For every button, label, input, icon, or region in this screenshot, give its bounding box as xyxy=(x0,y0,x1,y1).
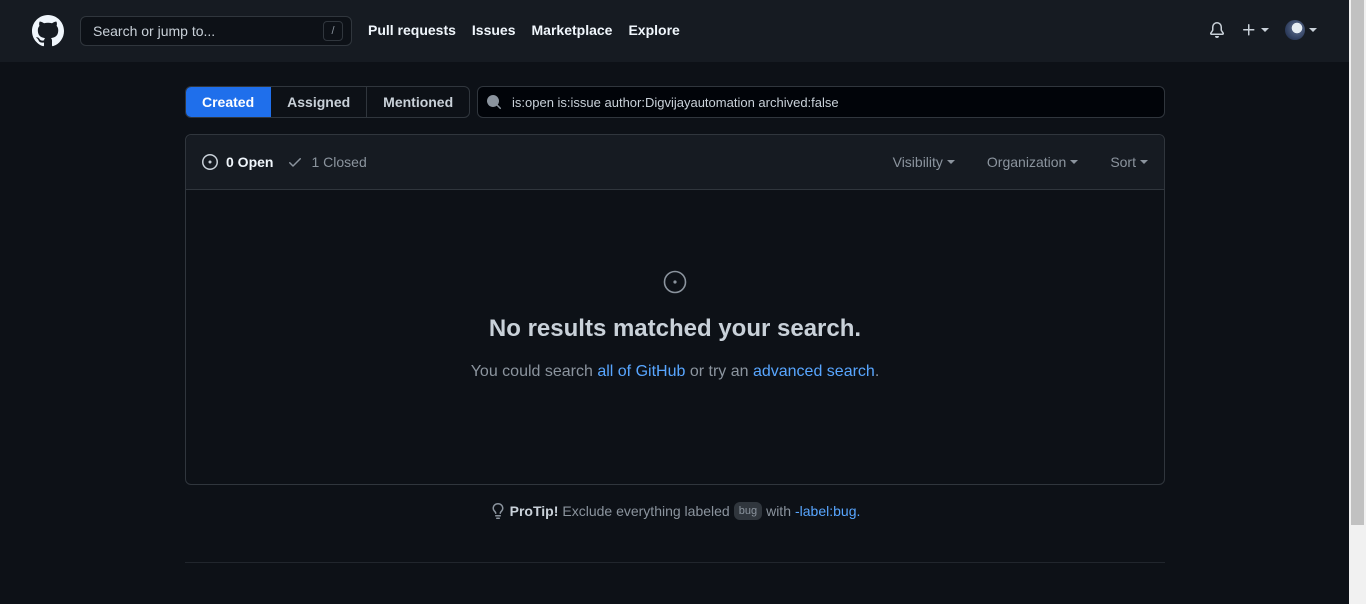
top-header: Search or jump to... / Pull requests Iss… xyxy=(0,0,1349,62)
caret-down-icon xyxy=(1070,160,1079,164)
blank-slate: No results matched your search. You coul… xyxy=(186,190,1164,381)
closed-issues-toggle[interactable]: 1 Closed xyxy=(287,154,367,170)
tab-created[interactable]: Created xyxy=(186,87,272,117)
protip-filter-link[interactable]: -label:bug xyxy=(795,503,857,519)
nav-pull-requests[interactable]: Pull requests xyxy=(368,22,456,38)
blank-text-2: or try an xyxy=(685,363,753,380)
tab-mentioned[interactable]: Mentioned xyxy=(367,87,469,117)
main-nav: Pull requests Issues Marketplace Explore xyxy=(368,22,680,38)
visibility-label: Visibility xyxy=(892,154,943,170)
blank-text-1: You could search xyxy=(470,363,598,380)
protip: ProTip! Exclude everything labeled bug w… xyxy=(185,502,1165,520)
vertical-scrollbar[interactable] xyxy=(1349,0,1366,604)
filter-dropdowns: Visibility Organization Sort xyxy=(893,154,1148,170)
avatar xyxy=(1285,20,1305,40)
sort-label: Sort xyxy=(1110,154,1136,170)
filter-query: is:open is:issue author:Digvijayautomati… xyxy=(512,94,839,110)
slash-key-hint: / xyxy=(323,21,343,41)
protip-text-1: Exclude everything labeled xyxy=(562,503,730,519)
notifications-bell-icon[interactable] xyxy=(1209,22,1225,38)
advanced-search-link[interactable]: advanced search xyxy=(753,363,875,380)
caret-down-icon xyxy=(946,160,955,164)
closed-count: 1 Closed xyxy=(311,154,367,170)
protip-text-2: with xyxy=(766,503,791,519)
nav-marketplace[interactable]: Marketplace xyxy=(532,22,613,38)
plus-icon xyxy=(1243,24,1255,36)
scrollbar-thumb[interactable] xyxy=(1351,0,1364,525)
open-issues-toggle[interactable]: 0 Open xyxy=(202,154,273,170)
issues-filter-input[interactable]: is:open is:issue author:Digvijayautomati… xyxy=(477,86,1165,118)
search-icon xyxy=(486,94,502,110)
visibility-dropdown[interactable]: Visibility xyxy=(893,154,955,170)
nav-issues[interactable]: Issues xyxy=(472,22,516,38)
check-icon xyxy=(289,158,302,167)
search-placeholder: Search or jump to... xyxy=(93,23,216,39)
tab-assigned[interactable]: Assigned xyxy=(271,87,368,117)
open-count: 0 Open xyxy=(226,154,274,170)
sort-dropdown[interactable]: Sort xyxy=(1110,154,1148,170)
issues-box-header: 0 Open 1 Closed Visibility Organization … xyxy=(186,135,1164,190)
bug-label: bug xyxy=(733,502,763,520)
issue-open-icon xyxy=(202,154,218,170)
blank-title: No results matched your search. xyxy=(488,315,862,342)
caret-down-icon xyxy=(1261,28,1269,32)
caret-down-icon xyxy=(1140,160,1148,164)
protip-strong: ProTip! xyxy=(509,503,559,519)
nav-explore[interactable]: Explore xyxy=(628,22,679,38)
issue-tabs: Created Assigned Mentioned xyxy=(185,86,471,118)
protip-end: . xyxy=(856,503,861,519)
organization-dropdown[interactable]: Organization xyxy=(986,154,1079,170)
organization-label: Organization xyxy=(986,154,1067,170)
blank-text-3: . xyxy=(874,363,880,380)
blank-text: You could search all of GitHub or try an… xyxy=(186,363,1164,381)
header-actions xyxy=(1209,20,1317,40)
issues-box: 0 Open 1 Closed Visibility Organization … xyxy=(185,134,1165,485)
issue-open-icon xyxy=(663,270,687,297)
search-all-github-link[interactable]: all of GitHub xyxy=(597,363,685,380)
create-new-dropdown[interactable] xyxy=(1241,22,1269,38)
user-menu-dropdown[interactable] xyxy=(1285,20,1317,40)
global-search-input[interactable]: Search or jump to... / xyxy=(80,16,352,46)
footer-divider xyxy=(185,562,1165,563)
lightbulb-icon xyxy=(492,503,504,519)
github-logo-icon[interactable] xyxy=(32,15,64,47)
caret-down-icon xyxy=(1309,28,1317,32)
